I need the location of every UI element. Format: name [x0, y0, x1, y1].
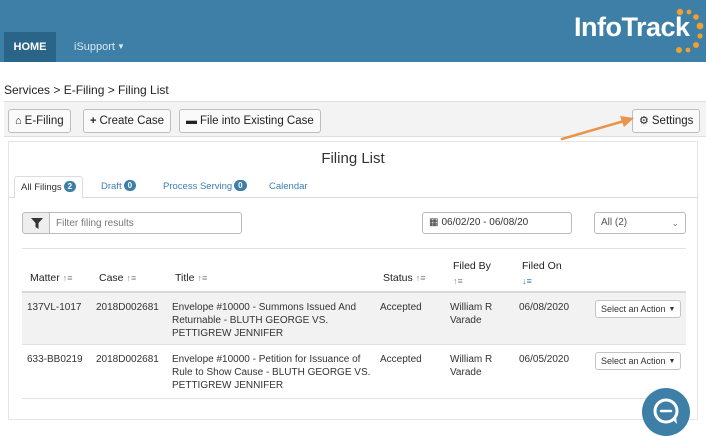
home-icon: ⌂	[15, 115, 22, 127]
cell-filed-by-line: Varade	[450, 367, 482, 378]
cell-case: 2018D002681	[96, 302, 159, 313]
column-header-filed-on-label: Filed On	[522, 260, 562, 272]
plus-icon: +	[90, 115, 97, 127]
nav-isupport-dropdown[interactable]: iSupport ▼	[74, 32, 125, 62]
column-header-title[interactable]: Title ↑≡	[175, 272, 207, 284]
cell-matter: 137VL-1017	[27, 302, 82, 313]
logo-dots-icon	[676, 8, 704, 53]
funnel-icon	[31, 218, 43, 229]
caret-down-icon: ▼	[668, 358, 676, 365]
column-header-status-label: Status	[383, 272, 413, 284]
create-case-button-label: Create Case	[99, 115, 164, 127]
table-row[interactable]: 137VL-1017 2018D002681 Envelope #10000 -…	[22, 293, 686, 345]
efiling-button-label: E-Filing	[24, 115, 64, 127]
date-range-picker[interactable]: ▦ 06/02/20 - 06/08/20	[422, 212, 572, 234]
create-case-button[interactable]: + Create Case	[83, 109, 171, 133]
tab-all-filings-label: All Filings	[21, 182, 62, 193]
chat-launcher-button[interactable]	[642, 388, 690, 436]
column-header-case[interactable]: Case ↑≡	[99, 272, 136, 284]
date-range-value: 06/02/20 - 06/08/20	[441, 217, 529, 228]
tab-draft[interactable]: Draft 0	[101, 176, 137, 198]
settings-button[interactable]: ⚙ Settings	[632, 109, 701, 133]
sort-icon: ↑≡	[126, 273, 137, 283]
cell-filed-by: William R Varade	[450, 353, 492, 379]
sort-icon: ↑≡	[197, 273, 208, 283]
breadcrumb: Services > E-Filing > Filing List	[4, 83, 169, 97]
inbox-icon: ▬	[186, 115, 197, 127]
tab-calendar[interactable]: Calendar	[269, 176, 308, 198]
cell-filed-by: William R Varade	[450, 301, 492, 327]
top-navbar: HOME iSupport ▼ InfoTrack	[0, 0, 706, 62]
annotation-arrow	[560, 116, 634, 141]
column-header-status[interactable]: Status ↑≡	[383, 272, 426, 284]
cell-title-line: Returnable - BLUTH GEORGE VS.	[172, 315, 329, 326]
cell-filed-by-line: Varade	[450, 315, 482, 326]
tab-draft-label: Draft	[101, 181, 122, 192]
nav-isupport-label: iSupport	[74, 41, 115, 53]
cell-filed-on: 06/05/2020	[519, 354, 570, 365]
column-header-filed-by-label: Filed By	[453, 260, 491, 272]
cell-title-line: Envelope #10000 - Petition for Issuance …	[172, 354, 361, 365]
cell-filed-by-line: William R	[450, 302, 493, 313]
select-action-label: Select an Action	[601, 356, 666, 366]
sort-icon: ↑≡	[62, 273, 73, 283]
sort-icon: ↑≡	[415, 273, 426, 283]
column-header-title-label: Title	[175, 272, 195, 284]
file-existing-button-label: File into Existing Case	[200, 115, 314, 127]
gear-icon: ⚙	[639, 115, 649, 127]
filter-button[interactable]	[22, 212, 50, 234]
sort-desc-icon: ↓≡	[522, 276, 532, 286]
sort-icon: ↑≡	[453, 276, 463, 286]
column-header-case-label: Case	[99, 272, 124, 284]
select-action-dropdown[interactable]: Select an Action ▼	[595, 300, 681, 318]
divider	[22, 248, 686, 249]
caret-down-icon: ▼	[668, 306, 676, 313]
cell-title-line: Envelope #10000 - Summons Issued And	[172, 302, 357, 313]
efiling-button[interactable]: ⌂ E-Filing	[8, 109, 71, 133]
cell-matter: 633-BB0219	[27, 354, 83, 365]
cell-title-line: Rule to Show Cause - BLUTH GEORGE VS.	[172, 367, 371, 378]
page-title: Filing List	[321, 150, 385, 167]
caret-down-icon: ▼	[116, 42, 125, 51]
tab-process-serving[interactable]: Process Serving 0	[163, 176, 247, 198]
calendar-icon: ▦	[429, 217, 439, 228]
cell-title: Envelope #10000 - Summons Issued And Ret…	[172, 301, 356, 340]
select-action-label: Select an Action	[601, 304, 666, 314]
column-header-matter-label: Matter	[30, 272, 60, 284]
nav-home[interactable]: HOME	[4, 32, 56, 62]
tab-all-filings[interactable]: All Filings 2	[14, 176, 84, 199]
column-header-filed-by[interactable]: Filed By ↑≡	[453, 259, 491, 289]
status-filter-value: All (2)	[601, 217, 628, 228]
cell-filed-by-line: William R	[450, 354, 493, 365]
cell-title-line: PETTIGREW JENNIFER	[172, 380, 284, 391]
column-header-filed-on[interactable]: Filed On ↓≡	[522, 259, 562, 289]
tab-count-badge: 0	[234, 180, 247, 191]
chat-icon	[653, 398, 679, 424]
file-into-existing-case-button[interactable]: ▬ File into Existing Case	[179, 109, 321, 133]
cell-case: 2018D002681	[96, 354, 159, 365]
cell-filed-on: 06/08/2020	[519, 302, 570, 313]
filing-tabs: All Filings 2 Draft 0 Process Serving 0 Cal…	[8, 176, 698, 199]
tab-count-badge: 2	[63, 181, 77, 192]
tab-calendar-label: Calendar	[269, 181, 308, 192]
settings-button-label: Settings	[651, 115, 694, 127]
cell-title-line: PETTIGREW JENNIFER	[172, 328, 284, 339]
column-header-matter[interactable]: Matter ↑≡	[30, 272, 73, 284]
status-filter-select[interactable]: All (2) ⌄	[594, 212, 686, 234]
filter-input[interactable]	[50, 212, 242, 234]
select-action-dropdown[interactable]: Select an Action ▼	[595, 352, 681, 370]
tab-process-serving-label: Process Serving	[163, 181, 233, 192]
cell-title: Envelope #10000 - Petition for Issuance …	[172, 353, 370, 392]
cell-status: Accepted	[380, 354, 422, 365]
chevron-down-icon: ⌄	[671, 218, 679, 228]
tab-count-badge: 0	[123, 180, 137, 191]
table-row[interactable]: 633-BB0219 2018D002681 Envelope #10000 -…	[22, 345, 686, 399]
cell-status: Accepted	[380, 302, 422, 313]
